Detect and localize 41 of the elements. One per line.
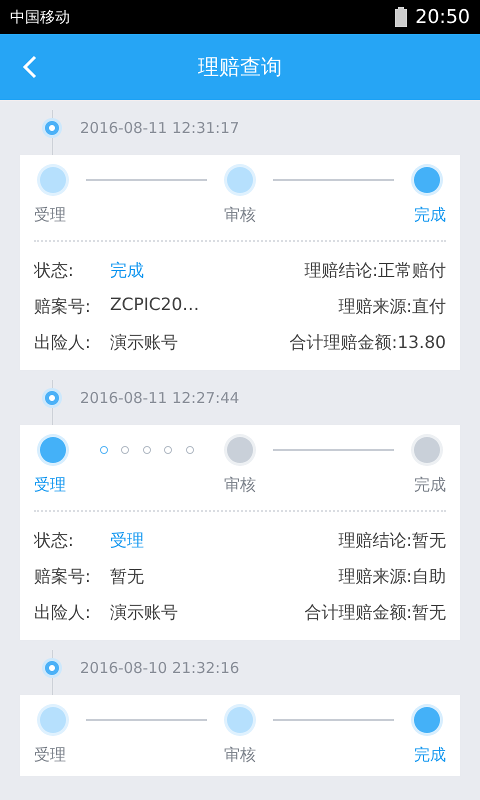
field-text: 理赔结论:正常赔付 [304, 260, 446, 282]
step-label: 完成 [414, 475, 446, 496]
timeline-dot-icon [45, 390, 59, 404]
field-value: 完成 [110, 260, 144, 282]
page-title: 理赔查询 [198, 54, 282, 81]
step-label: 审核 [224, 745, 256, 766]
field-label: 出险人: [34, 602, 92, 624]
claim-card[interactable]: 受理 审核 完成 状态: 完成 理赔结论:正常赔付 赔案号: ZCPIC20… 理赔来源:直付 出险人: 演示账号 合计理赔金额:13.80 [20, 155, 460, 370]
field-label: 出险人: [34, 332, 92, 354]
claim-time: 2016-08-11 12:27:44 [80, 388, 240, 406]
field-text: 理赔来源:自助 [338, 566, 446, 588]
step-label: 完成 [414, 745, 446, 766]
field-value: 暂无 [110, 566, 144, 588]
step-label: 审核 [224, 475, 256, 496]
step-label: 完成 [414, 205, 446, 226]
field-text: 合计理赔金额:13.80 [290, 332, 446, 354]
claim-time: 2016-08-10 21:32:16 [80, 658, 240, 676]
field-label: 赔案号: [34, 296, 92, 318]
claim-card[interactable]: 受理 审核 完成 状态: 受理 理赔结论:暂无 赔案号: 暂无 理赔来源:自助 出险人: 演示账号 合计理赔金额:暂无 [20, 425, 460, 640]
step-label: 审核 [224, 205, 256, 226]
field-text: 合计理赔金额:暂无 [304, 602, 446, 624]
step-label: 受理 [34, 475, 66, 496]
back-icon[interactable] [23, 55, 37, 79]
timeline-dot-icon [45, 660, 59, 674]
field-text: 理赔结论:暂无 [338, 530, 446, 552]
field-value: ZCPIC20… [110, 294, 200, 316]
claim-time: 2016-08-11 12:31:17 [80, 118, 240, 136]
clock-time: 20:50 [415, 6, 470, 28]
field-value: 演示账号 [110, 602, 178, 624]
field-text: 理赔来源:直付 [338, 296, 446, 318]
field-value: 受理 [110, 530, 144, 552]
field-label: 状态: [34, 260, 75, 282]
timeline-dot-icon [45, 120, 59, 134]
field-value: 演示账号 [110, 332, 178, 354]
step-label: 受理 [34, 745, 66, 766]
claim-card[interactable]: 受理 审核 完成 [20, 695, 460, 776]
battery-icon [395, 7, 408, 27]
step-label: 受理 [34, 205, 66, 226]
field-label: 赔案号: [34, 566, 92, 588]
field-label: 状态: [34, 530, 75, 552]
carrier-name: 中国移动 [10, 8, 71, 26]
